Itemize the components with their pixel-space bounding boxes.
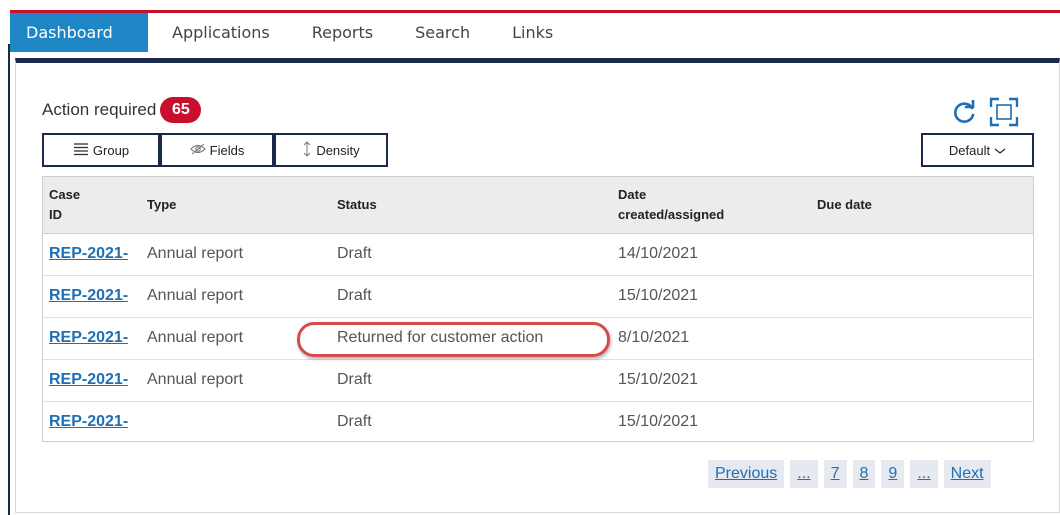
type-cell: Annual report (141, 275, 331, 318)
page-link-9[interactable]: 9 (881, 460, 905, 488)
table-header-row: Case ID Type Status Date created/assigne… (43, 177, 1033, 234)
fields-button-label: Fields (209, 142, 245, 158)
case-id-link[interactable]: REP-2021- (43, 359, 141, 402)
previous-page-link[interactable]: Previous (708, 460, 785, 488)
due-date-cell (811, 317, 1033, 360)
list-icon (73, 142, 89, 159)
top-navigation: Dashboard Applications Reports Search Li… (10, 10, 1060, 52)
fields-button[interactable]: Fields (160, 133, 274, 167)
fullscreen-icon[interactable] (989, 97, 1019, 127)
tab-applications[interactable]: Applications (154, 13, 288, 52)
date-cell: 14/10/2021 (612, 233, 811, 276)
table-row[interactable]: REP-2021- Annual report Draft 15/10/2021 (43, 275, 1033, 318)
due-date-cell (811, 359, 1033, 402)
column-header-type[interactable]: Type (141, 177, 331, 234)
date-cell: 15/10/2021 (612, 275, 811, 318)
type-cell: Annual report (141, 233, 331, 276)
table-row[interactable]: REP-2021- Annual report Draft 15/10/2021 (43, 359, 1033, 402)
vertical-arrows-icon (302, 140, 312, 160)
case-id-link[interactable]: REP-2021- (43, 401, 141, 443)
chevron-down-icon (994, 143, 1006, 158)
case-id-link[interactable]: REP-2021- (43, 233, 141, 276)
page-left-border (8, 44, 10, 515)
cases-table: Case ID Type Status Date created/assigne… (42, 176, 1034, 442)
table-row[interactable]: REP-2021- Annual report Draft 14/10/2021 (43, 233, 1033, 276)
page-link-8[interactable]: 8 (852, 460, 876, 488)
tab-dashboard[interactable]: Dashboard (10, 13, 148, 52)
due-date-cell (811, 233, 1033, 276)
date-cell: 15/10/2021 (612, 359, 811, 402)
column-header-case-id[interactable]: Case ID (43, 177, 141, 234)
view-select-label: Default (948, 142, 991, 158)
date-cell: 8/10/2021 (612, 317, 811, 360)
table-row[interactable]: REP-2021- Annual report Returned for cus… (43, 317, 1033, 360)
tab-links[interactable]: Links (494, 13, 571, 52)
next-page-link[interactable]: Next (943, 460, 991, 488)
date-header-line1: Date (618, 186, 647, 202)
group-button-label: Group (92, 142, 130, 158)
page-ellipsis-right[interactable]: ... (910, 460, 938, 488)
column-header-status[interactable]: Status (331, 177, 612, 234)
page-link-7[interactable]: 7 (823, 460, 847, 488)
column-header-date[interactable]: Date created/assigned (612, 177, 811, 234)
case-id-link[interactable]: REP-2021- (43, 275, 141, 318)
status-cell: Draft (331, 275, 612, 318)
table-row[interactable]: REP-2021- Draft 15/10/2021 (43, 401, 1033, 443)
status-cell: Draft (337, 413, 372, 431)
type-cell (141, 401, 331, 443)
type-cell: Annual report (141, 359, 331, 402)
density-button-label: Density (316, 142, 360, 158)
group-button[interactable]: Group (42, 133, 160, 167)
due-date-cell (811, 275, 1033, 318)
due-date-cell (811, 401, 1033, 443)
column-header-due-date[interactable]: Due date (811, 177, 1033, 234)
status-cell: Draft (331, 359, 612, 402)
density-button[interactable]: Density (274, 133, 388, 167)
type-cell: Annual report (141, 317, 331, 360)
date-cell: 15/10/2021 (618, 413, 699, 431)
status-text: Returned for customer action (337, 329, 544, 346)
pagination: Previous ... 7 8 9 ... Next (708, 460, 991, 488)
date-header-line2: created/assigned (618, 206, 725, 222)
status-cell: Draft (331, 233, 612, 276)
count-badge: 65 (160, 97, 202, 123)
panel-heading: Action required 65 (42, 97, 202, 123)
panel-title: Action required (42, 100, 157, 119)
action-required-panel: Action required 65 Group Fields Density … (15, 58, 1060, 513)
page-ellipsis-left[interactable]: ... (790, 460, 818, 488)
case-id-link[interactable]: REP-2021- (43, 317, 141, 360)
view-select[interactable]: Default (921, 133, 1034, 167)
tab-search[interactable]: Search (397, 13, 488, 52)
case-id-header-line2: ID (49, 206, 62, 222)
case-id-header-line1: Case (49, 186, 81, 202)
status-cell-highlighted: Returned for customer action (297, 317, 612, 360)
eye-icon (189, 143, 206, 158)
tab-reports[interactable]: Reports (294, 13, 391, 52)
refresh-icon[interactable] (951, 98, 977, 126)
